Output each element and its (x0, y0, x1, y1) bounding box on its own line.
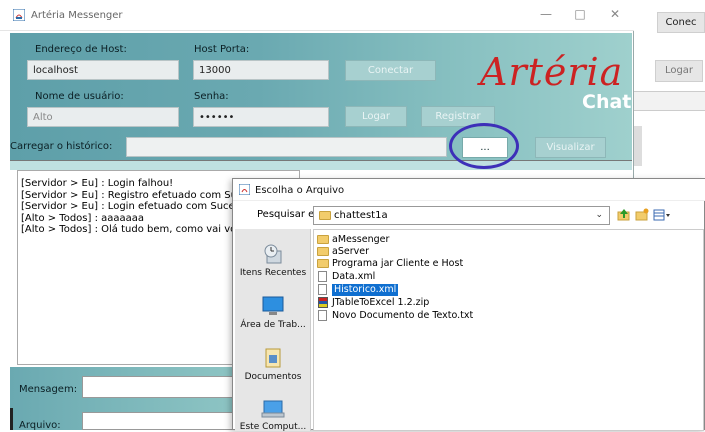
file-label: Arquivo: (19, 420, 61, 431)
login-button[interactable]: Logar (345, 106, 407, 127)
maximize-icon[interactable]: □ (573, 7, 587, 21)
computer-icon (261, 400, 285, 418)
port-label: Host Porta: (194, 44, 250, 55)
file-list[interactable]: aMessenger aServer Programa jar Cliente … (313, 229, 704, 431)
port-input[interactable]: 13000 (193, 60, 329, 80)
history-label: Carregar o histórico: (10, 141, 113, 152)
places-bar: Itens Recentes Área de Trab... Documento… (235, 229, 311, 432)
highlight-ring (449, 123, 519, 169)
file-input[interactable] (82, 412, 239, 430)
close-button[interactable]: ✕ (608, 7, 622, 21)
chat-log-padding (18, 171, 299, 178)
file-name: aServer (332, 246, 369, 257)
place-label: Este Comput... (239, 422, 307, 432)
documents-icon (265, 348, 281, 368)
desktop-icon (262, 296, 284, 315)
new-folder-icon[interactable] (635, 208, 649, 222)
java-app-icon (13, 9, 25, 21)
history-path-input[interactable] (126, 137, 447, 157)
window-edge (0, 31, 10, 430)
folder-icon (317, 259, 329, 268)
file-icon (318, 284, 327, 295)
dialog-title-bar: Escolha o Arquivo (233, 179, 705, 201)
folder-icon (317, 247, 329, 256)
place-desktop[interactable]: Área de Trab... (235, 295, 311, 330)
file-name: aMessenger (332, 234, 390, 245)
bg-login-button[interactable]: Logar (655, 60, 703, 82)
folder-icon (319, 211, 331, 220)
recent-items-icon (264, 244, 282, 264)
view-menu-icon[interactable] (653, 208, 671, 222)
message-label: Mensagem: (19, 384, 78, 395)
file-name: Historico.xml (332, 284, 399, 296)
file-name: JTableToExcel 1.2.zip (332, 297, 430, 308)
place-label: Documentos (244, 372, 302, 382)
view-button[interactable]: Visualizar (535, 137, 606, 158)
chevron-down-icon: ⌄ (595, 210, 603, 220)
title-bar: Artéria Messenger — □ ✕ (0, 0, 634, 31)
minimize-button[interactable]: — (539, 7, 553, 21)
file-icon (318, 271, 327, 282)
java-app-icon (239, 184, 250, 195)
up-folder-icon[interactable] (617, 208, 631, 222)
place-label: Área de Trab... (240, 320, 306, 330)
password-input[interactable]: •••••• (193, 107, 329, 127)
file-name: Programa jar Cliente e Host (332, 258, 464, 269)
username-label: Nome de usuário: (35, 91, 124, 102)
bg-connect-button[interactable]: Conec (657, 12, 705, 33)
message-input[interactable] (82, 376, 239, 398)
username-input[interactable]: Alto (27, 107, 179, 127)
look-in-combo[interactable]: chattest1a ⌄ (313, 206, 610, 225)
password-label: Senha: (194, 91, 229, 102)
place-computer[interactable]: Este Comput... (235, 397, 311, 432)
file-name: Novo Documento de Texto.txt (332, 310, 474, 321)
dialog-title: Escolha o Arquivo (255, 185, 345, 196)
host-label: Endereço de Host: (35, 44, 127, 55)
zip-icon (318, 297, 328, 308)
window-title: Artéria Messenger (31, 10, 123, 21)
connect-button[interactable]: Conectar (345, 60, 436, 81)
file-icon (318, 310, 327, 321)
connection-panel: Endereço de Host: localhost Host Porta: … (10, 33, 632, 160)
folder-icon (317, 235, 329, 244)
bg-field (632, 91, 705, 111)
logo-title: Artéria (480, 50, 624, 94)
separator-strip (10, 160, 632, 170)
place-label: Itens Recentes (239, 268, 307, 278)
file-name: Data.xml (332, 271, 376, 282)
file-chooser-dialog: Escolha o Arquivo Pesquisar em: chattest… (232, 178, 705, 432)
window-border (10, 408, 13, 430)
logo-subtitle: Chat (582, 91, 632, 113)
place-documents[interactable]: Documentos (235, 347, 311, 382)
place-recent[interactable]: Itens Recentes (235, 243, 311, 278)
look-in-value: chattest1a (334, 210, 388, 221)
host-input[interactable]: localhost (27, 60, 179, 80)
